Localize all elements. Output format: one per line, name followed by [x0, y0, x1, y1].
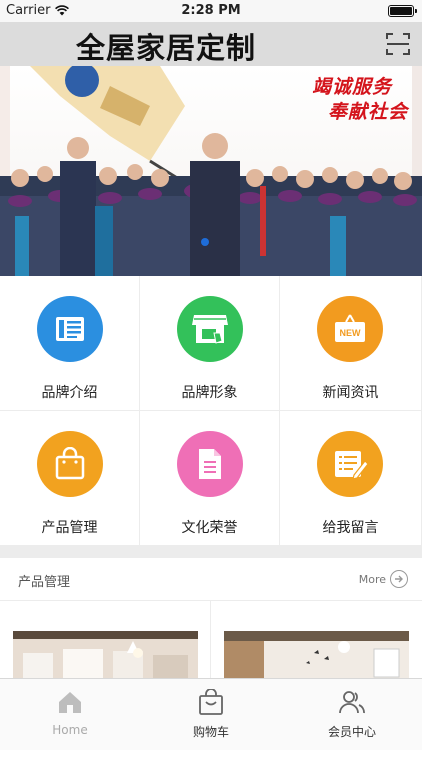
menu-item-label: 品牌形象	[181, 385, 238, 401]
tab-bar: Home 购物车 会员中心	[0, 678, 422, 750]
banner-slogan-2: 奉献社会	[327, 101, 408, 123]
tab-members[interactable]: 会员中心	[282, 679, 422, 751]
menu-item-culture-honor[interactable]: 文化荣誉	[140, 411, 280, 546]
menu-item-label: 产品管理	[41, 520, 98, 536]
shopping-bag-icon	[37, 431, 103, 497]
battery-icon	[388, 5, 417, 17]
menu-grid: 品牌介绍 品牌形象 NEW 新闻资讯 产品管理 文化荣誉 给我留言	[0, 276, 422, 546]
section-header: 产品管理 More	[0, 558, 422, 601]
svg-text:NEW: NEW	[340, 328, 362, 338]
menu-item-label: 品牌介绍	[41, 385, 98, 401]
menu-item-label: 给我留言	[322, 520, 379, 536]
menu-item-brand-intro[interactable]: 品牌介绍	[0, 276, 140, 411]
newspaper-icon	[37, 296, 103, 362]
banner-slogan-1: 竭诚服务	[311, 76, 392, 98]
cart-bag-icon	[199, 689, 223, 715]
section-divider	[210, 601, 211, 681]
more-label: More	[358, 572, 386, 586]
more-link[interactable]: More	[359, 570, 408, 588]
tab-home[interactable]: Home	[0, 679, 140, 751]
tab-cart[interactable]: 购物车	[141, 679, 281, 751]
hero-banner[interactable]: 竭诚服务 奉献社会	[0, 66, 422, 276]
status-bar: Carrier 2:28 PM	[0, 0, 422, 22]
tab-label: 购物车	[192, 725, 229, 739]
section-title: 产品管理	[18, 575, 71, 590]
home-icon	[59, 692, 81, 713]
menu-item-product-management[interactable]: 产品管理	[0, 411, 140, 546]
menu-item-label: 新闻资讯	[322, 385, 379, 401]
document-icon	[177, 431, 243, 497]
menu-item-news[interactable]: NEW 新闻资讯	[280, 276, 422, 411]
message-edit-icon	[317, 431, 383, 497]
page-title: 全屋家居定制	[76, 31, 257, 65]
status-time: 2:28 PM	[181, 3, 241, 18]
scan-icon[interactable]	[386, 32, 410, 56]
menu-item-leave-message[interactable]: 给我留言	[280, 411, 422, 546]
arrow-right-icon	[390, 570, 408, 588]
new-badge-icon: NEW	[317, 296, 383, 362]
tab-label: Home	[52, 723, 88, 737]
tab-label: 会员中心	[327, 725, 376, 739]
storefront-icon	[177, 296, 243, 362]
members-icon	[339, 691, 365, 714]
menu-item-brand-image[interactable]: 品牌形象	[140, 276, 280, 411]
menu-item-label: 文化荣誉	[181, 520, 238, 536]
app-header: 全屋家居定制	[0, 22, 422, 66]
